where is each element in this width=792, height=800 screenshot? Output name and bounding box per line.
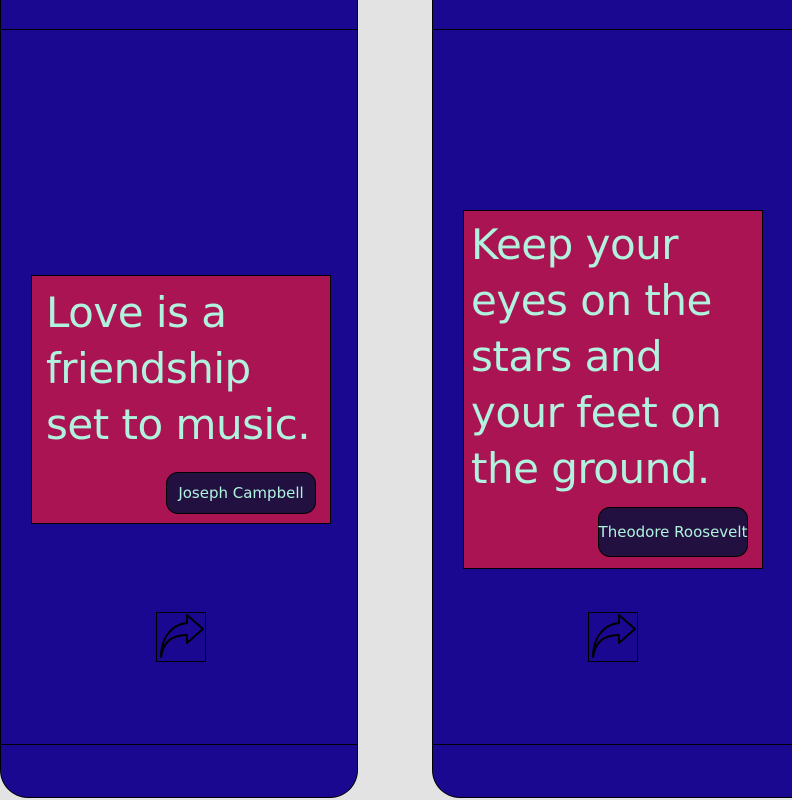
author-badge[interactable]: Joseph Campbell bbox=[166, 472, 316, 514]
quote-screen-left: Love is a friendship set to music. Josep… bbox=[0, 0, 358, 798]
author-badge[interactable]: Theodore Roosevelt bbox=[598, 507, 748, 557]
share-arrow-icon bbox=[160, 614, 204, 658]
bottom-bar bbox=[433, 744, 792, 797]
quote-text: Love is a friendship set to music. bbox=[46, 288, 311, 449]
share-arrow-icon bbox=[592, 614, 636, 658]
quote-screen-right: Keep your eyes on the stars and your fee… bbox=[432, 0, 792, 798]
quote-text: Keep your eyes on the stars and your fee… bbox=[471, 220, 722, 493]
bottom-bar bbox=[1, 744, 357, 797]
share-button[interactable] bbox=[588, 612, 638, 662]
quote-card: Love is a friendship set to music. Josep… bbox=[31, 275, 331, 524]
share-button[interactable] bbox=[156, 612, 206, 662]
top-bar bbox=[1, 0, 357, 30]
quote-card: Keep your eyes on the stars and your fee… bbox=[463, 210, 763, 569]
top-bar bbox=[433, 0, 792, 30]
